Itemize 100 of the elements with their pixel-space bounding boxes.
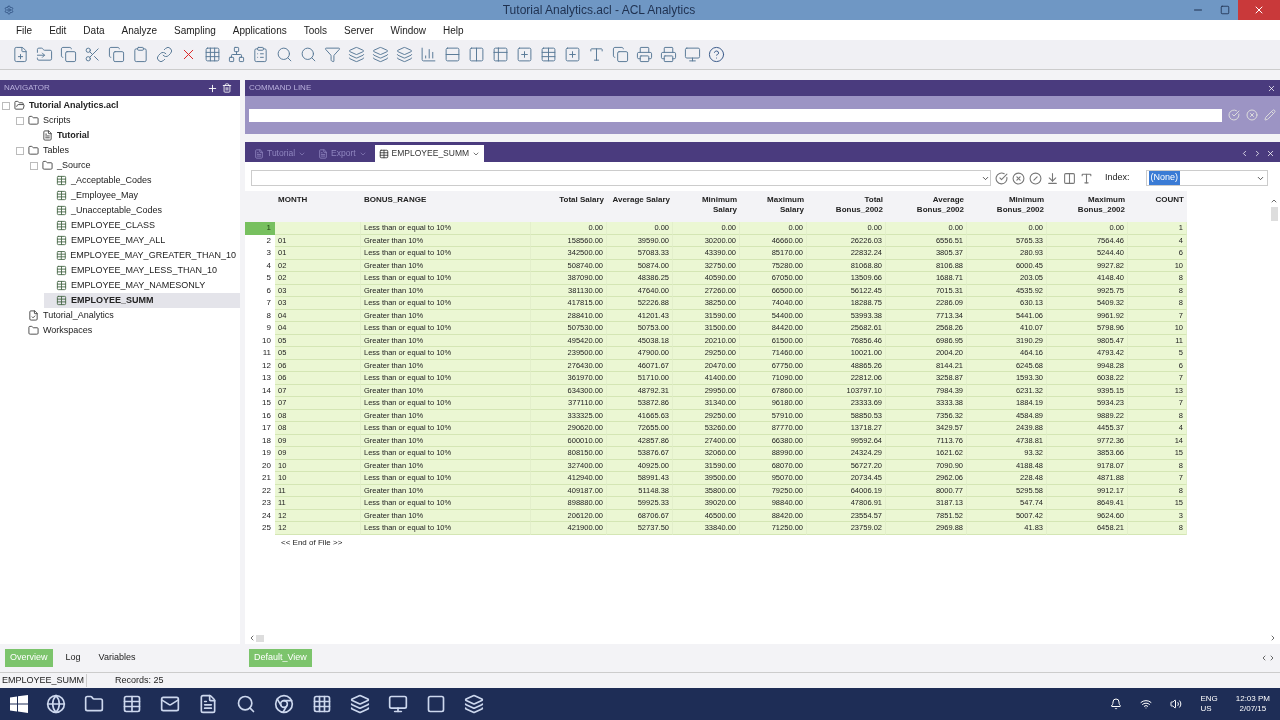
taskbar-icon[interactable] bbox=[236, 694, 256, 714]
menu-item[interactable]: Analyze bbox=[121, 22, 158, 38]
taskbar-icon[interactable] bbox=[350, 694, 370, 714]
toolbar-icon[interactable] bbox=[36, 46, 53, 63]
tab[interactable]: Variables bbox=[93, 649, 141, 667]
toolbar-icon[interactable] bbox=[660, 46, 677, 63]
toolbar-icon[interactable] bbox=[108, 46, 125, 63]
delete-icon[interactable] bbox=[222, 83, 232, 93]
region-indicator[interactable]: US bbox=[1200, 704, 1218, 714]
menu-item[interactable]: Sampling bbox=[174, 22, 216, 38]
menu-item[interactable]: Window bbox=[390, 22, 427, 38]
tab[interactable]: Log bbox=[60, 649, 86, 667]
tree-item[interactable]: Tables bbox=[16, 143, 240, 158]
column-header[interactable]: MONTH bbox=[278, 195, 308, 222]
taskbar-icon[interactable] bbox=[426, 694, 446, 714]
toolbar-icon[interactable] bbox=[420, 46, 437, 63]
toolbar-icon[interactable] bbox=[468, 46, 485, 63]
toolbar-icon[interactable] bbox=[444, 46, 461, 63]
filter-off-icon[interactable] bbox=[1029, 171, 1042, 185]
close-icon[interactable] bbox=[1267, 83, 1276, 93]
tree-item[interactable]: _Unacceptable_Codes bbox=[44, 203, 240, 218]
menu-item[interactable]: Edit bbox=[49, 22, 67, 38]
add-icon[interactable] bbox=[207, 82, 218, 94]
toolbar-icon[interactable] bbox=[396, 46, 413, 63]
toolbar-icon[interactable] bbox=[540, 46, 557, 63]
toolbar-icon[interactable] bbox=[132, 46, 149, 63]
toolbar-icon[interactable] bbox=[156, 46, 173, 63]
column-header[interactable]: Maximum Salary bbox=[746, 195, 804, 222]
tree-item[interactable]: Tutorial_Analytics bbox=[16, 308, 240, 323]
tree-item[interactable]: EMPLOYEE_MAY_NAMESONLY bbox=[44, 278, 240, 293]
menu-item[interactable]: File bbox=[16, 22, 33, 38]
edit-icon[interactable] bbox=[1264, 109, 1276, 121]
command-field[interactable] bbox=[249, 108, 1222, 122]
check-icon[interactable] bbox=[995, 171, 1008, 185]
tree-item[interactable]: EMPLOYEE_MAY_GREATER_THAN_10 bbox=[44, 248, 240, 263]
menu-item[interactable]: Server bbox=[344, 22, 374, 38]
scroll-left-icon[interactable] bbox=[248, 634, 256, 642]
column-header[interactable]: Average Salary bbox=[612, 195, 670, 222]
scroll-thumb[interactable] bbox=[256, 634, 264, 642]
scroll-up-icon[interactable] bbox=[1270, 197, 1278, 205]
download-icon[interactable] bbox=[1046, 171, 1059, 185]
taskbar-icon[interactable] bbox=[122, 694, 142, 714]
toolbar-icon[interactable] bbox=[492, 46, 509, 63]
column-header[interactable]: Minimum Salary bbox=[679, 195, 737, 222]
column-header[interactable]: Maximum Bonus_2002 bbox=[1067, 195, 1125, 222]
language-indicator[interactable]: ENG bbox=[1200, 694, 1218, 704]
tree-item[interactable]: Tutorial Analytics.acl bbox=[2, 98, 240, 113]
column-header[interactable]: Total Bonus_2002 bbox=[825, 195, 883, 222]
scroll-right-icon[interactable] bbox=[1268, 654, 1276, 662]
tree-item[interactable]: _Employee_May bbox=[44, 188, 240, 203]
menu-item[interactable]: Data bbox=[83, 22, 105, 38]
toolbar-icon[interactable] bbox=[564, 46, 581, 63]
clear-icon[interactable] bbox=[1012, 171, 1025, 185]
taskbar-icon[interactable] bbox=[84, 694, 104, 714]
document-tab[interactable]: EMPLOYEE_SUMM bbox=[374, 145, 485, 162]
clock-time[interactable]: 12:03 PM bbox=[1235, 694, 1270, 704]
toolbar-icon[interactable] bbox=[684, 46, 701, 63]
scroll-left-icon[interactable] bbox=[1260, 654, 1268, 662]
scroll-right-icon[interactable] bbox=[1253, 148, 1262, 158]
index-dropdown[interactable]: (None) bbox=[1145, 170, 1268, 186]
volume-icon[interactable] bbox=[1170, 698, 1183, 710]
menu-item[interactable]: Tools bbox=[303, 22, 328, 38]
column-header[interactable]: Total Salary bbox=[559, 195, 604, 222]
tree-item[interactable]: Tutorial bbox=[30, 128, 240, 143]
taskbar-icon[interactable] bbox=[198, 694, 218, 714]
column-header[interactable]: Minimum Bonus_2002 bbox=[986, 195, 1044, 222]
taskbar-icon[interactable] bbox=[274, 694, 294, 714]
menu-item[interactable]: Applications bbox=[232, 22, 287, 38]
filter-field[interactable] bbox=[251, 170, 991, 186]
toolbar-icon[interactable] bbox=[348, 46, 365, 63]
taskbar-icon[interactable] bbox=[464, 694, 484, 714]
toolbar-icon[interactable] bbox=[324, 46, 341, 63]
column-header[interactable]: BONUS_RANGE bbox=[364, 195, 427, 222]
tree-item[interactable]: _Acceptable_Codes bbox=[44, 173, 240, 188]
toolbar-icon[interactable] bbox=[708, 46, 725, 63]
notification-icon[interactable] bbox=[1110, 698, 1123, 710]
toolbar-icon[interactable] bbox=[372, 46, 389, 63]
clock-date[interactable]: 2/07/15 bbox=[1239, 704, 1267, 714]
row-number[interactable]: 1 bbox=[245, 222, 275, 235]
toolbar-icon[interactable] bbox=[228, 46, 245, 63]
toolbar-icon[interactable] bbox=[84, 46, 101, 63]
taskbar-icon[interactable] bbox=[388, 694, 408, 714]
scroll-right-icon[interactable] bbox=[1269, 634, 1277, 642]
toolbar-icon[interactable] bbox=[252, 46, 269, 63]
maximize-button[interactable] bbox=[1220, 5, 1230, 15]
toolbar-icon[interactable] bbox=[588, 46, 605, 63]
tree-item[interactable]: EMPLOYEE_CLASS bbox=[44, 218, 240, 233]
taskbar-icon[interactable] bbox=[160, 694, 180, 714]
wifi-icon[interactable] bbox=[1140, 698, 1153, 710]
tree-item[interactable]: _Source bbox=[30, 158, 240, 173]
scroll-thumb[interactable] bbox=[1270, 207, 1278, 221]
font-icon[interactable] bbox=[1080, 171, 1093, 185]
toolbar-icon[interactable] bbox=[60, 46, 77, 63]
taskbar-icon[interactable] bbox=[46, 694, 66, 714]
tree-item[interactable]: EMPLOYEE_MAY_LESS_THAN_10 bbox=[44, 263, 240, 278]
menu-item[interactable]: Help bbox=[443, 22, 464, 38]
column-header[interactable]: Average Bonus_2002 bbox=[906, 195, 964, 222]
toolbar-icon[interactable] bbox=[612, 46, 629, 63]
tree-item[interactable]: Scripts bbox=[16, 113, 240, 128]
toolbar-icon[interactable] bbox=[516, 46, 533, 63]
